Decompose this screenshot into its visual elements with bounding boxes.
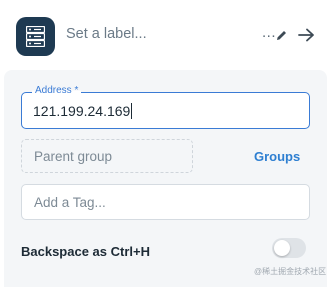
toggle-knob bbox=[274, 240, 290, 256]
more-dots: ... bbox=[262, 24, 277, 41]
groups-link[interactable]: Groups bbox=[254, 149, 300, 164]
backspace-setting-label: Backspace as Ctrl+H bbox=[21, 244, 150, 259]
address-value: 121.199.24.169 bbox=[33, 103, 133, 119]
text-caret bbox=[131, 103, 133, 119]
label-input[interactable]: Set a label... bbox=[66, 26, 256, 42]
watermark: @稀土掘金技术社区 bbox=[254, 267, 327, 276]
pencil-icon[interactable] bbox=[275, 29, 288, 47]
host-header: Set a label... ... bbox=[0, 0, 331, 66]
tag-field[interactable]: Add a Tag... bbox=[21, 184, 310, 220]
arrow-right-icon[interactable] bbox=[298, 28, 315, 47]
backspace-toggle[interactable] bbox=[272, 238, 306, 258]
parent-group-field[interactable]: Parent group bbox=[21, 139, 193, 173]
parent-group-placeholder: Parent group bbox=[34, 149, 113, 164]
address-field[interactable]: Address * 121.199.24.169 bbox=[21, 85, 310, 129]
host-settings-panel: Address * 121.199.24.169 Parent group Gr… bbox=[4, 70, 327, 287]
address-label: Address * bbox=[32, 85, 82, 96]
tag-placeholder: Add a Tag... bbox=[34, 195, 106, 210]
server-icon bbox=[16, 17, 55, 56]
